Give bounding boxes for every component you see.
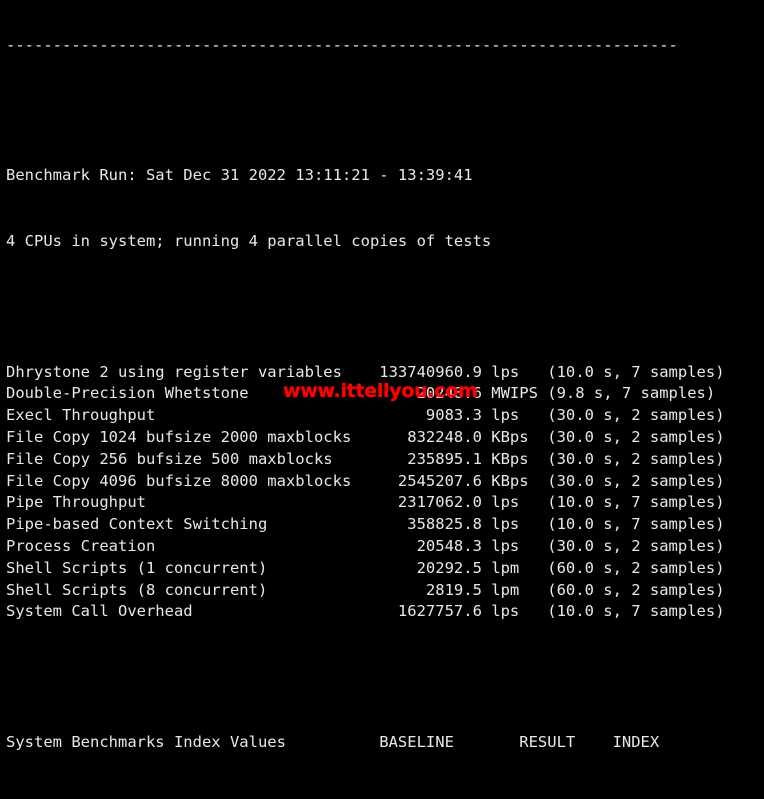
benchmark-result-row: Process Creation 20548.3 lps (30.0 s, 2 … xyxy=(6,536,725,555)
benchmark-result-row: Pipe-based Context Switching 358825.8 lp… xyxy=(6,515,725,534)
cpu-count-line: 4 CPUs in system; running 4 parallel cop… xyxy=(6,231,492,250)
terminal-output: ----------------------------------------… xyxy=(6,0,725,799)
benchmark-run-line: Benchmark Run: Sat Dec 31 2022 13:11:21 … xyxy=(6,166,473,185)
benchmark-result-row: Dhrystone 2 using register variables 133… xyxy=(6,362,725,381)
benchmark-result-row: Pipe Throughput 2317062.0 lps (10.0 s, 7… xyxy=(6,493,725,512)
benchmark-result-row: System Call Overhead 1627757.6 lps (10.0… xyxy=(6,602,725,621)
terminal-window: ----------------------------------------… xyxy=(0,0,764,799)
benchmark-result-row: File Copy 1024 bufsize 2000 maxblocks 83… xyxy=(6,427,725,446)
benchmark-result-row: Double-Precision Whetstone 20248.6 MWIPS… xyxy=(6,384,716,403)
benchmark-result-row: File Copy 4096 bufsize 8000 maxblocks 25… xyxy=(6,471,725,490)
benchmark-results-list: Dhrystone 2 using register variables 133… xyxy=(6,362,725,624)
benchmark-result-row: Shell Scripts (8 concurrent) 2819.5 lpm … xyxy=(6,580,725,599)
benchmark-result-row: Shell Scripts (1 concurrent) 20292.5 lpm… xyxy=(6,558,725,577)
benchmark-result-row: Execl Throughput 9083.3 lps (30.0 s, 2 s… xyxy=(6,406,725,425)
header-rule: ----------------------------------------… xyxy=(6,35,678,54)
index-table-header: System Benchmarks Index Values BASELINE … xyxy=(6,733,660,752)
benchmark-result-row: File Copy 256 bufsize 500 maxblocks 2358… xyxy=(6,449,725,468)
